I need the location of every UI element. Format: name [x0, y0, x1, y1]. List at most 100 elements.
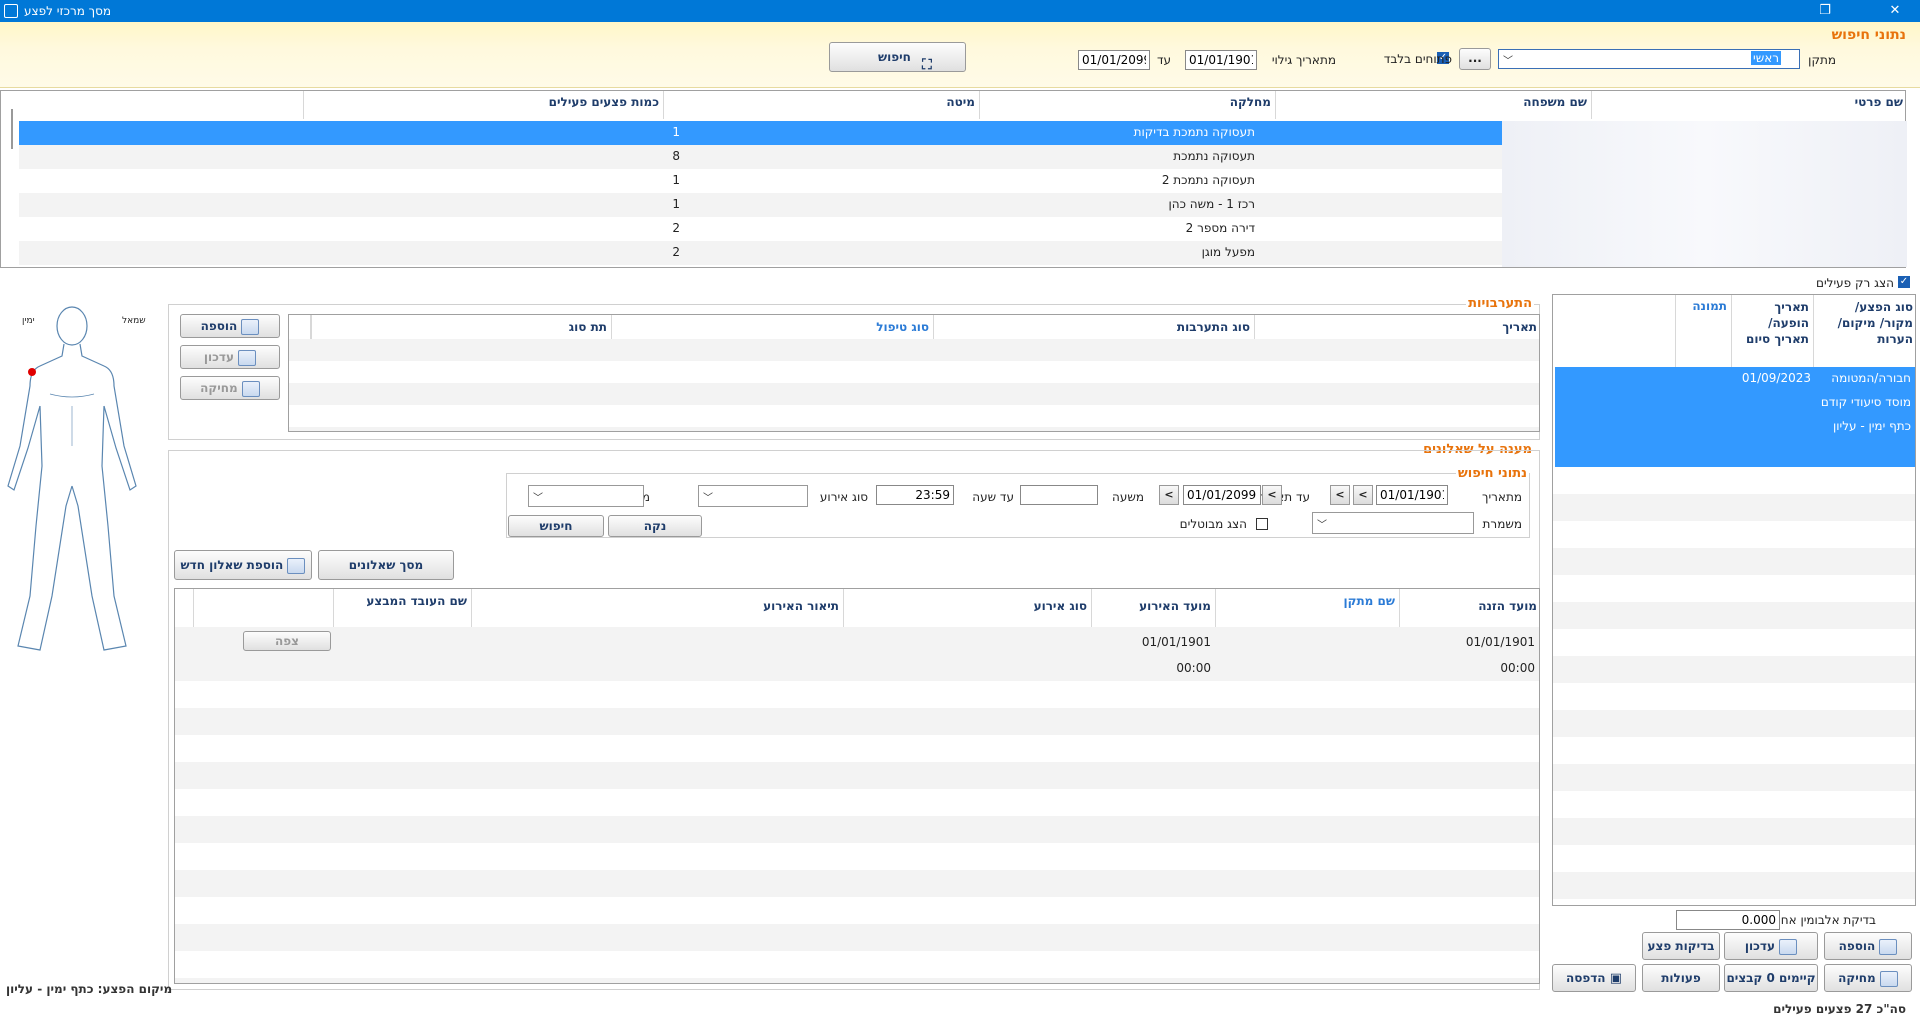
col-q-event-desc[interactable]: תיאור האירוע — [471, 589, 843, 627]
int-add-label: הוספה — [200, 319, 238, 333]
wound-files-button[interactable]: קיימים 0 קבצים — [1724, 964, 1818, 992]
col-bed[interactable]: מיטה — [663, 91, 979, 119]
table-row[interactable]: 01/01/1901 00:00 01/01/1901 00:00 צפה — [175, 627, 1539, 681]
facility-value: ראשי — [1751, 51, 1781, 65]
col-q-employee[interactable]: שם העובד המבצע — [333, 589, 471, 627]
int-delete-label: מחיקה — [200, 381, 238, 395]
q-to-date-arrow[interactable]: < — [1262, 485, 1282, 505]
edit-doc-icon — [1779, 938, 1798, 955]
col-int-type[interactable]: סוג התערבות — [933, 315, 1254, 339]
q-from-date-arrow[interactable]: < — [1353, 485, 1373, 505]
q-event-type-label: סוג אירוע — [819, 490, 868, 504]
q-new-button[interactable]: הוספת שאלון חדש — [174, 550, 312, 580]
row-dept: תעסוקה נתמכת — [1173, 149, 1255, 163]
q-from-date-label: מתאריך — [1482, 490, 1522, 504]
wound-add-button[interactable]: הוספה — [1824, 932, 1912, 960]
add-doc-icon — [287, 557, 306, 574]
int-add-button[interactable]: הוספה — [180, 314, 280, 338]
col-int-subtype[interactable]: תת סוג — [311, 315, 611, 339]
body-figure — [7, 306, 137, 651]
add-doc-icon — [241, 318, 260, 335]
body-right-label: ימין — [22, 316, 35, 326]
search-button-label: חיפוש — [878, 50, 911, 64]
col-int-treatment[interactable]: סוג טיפול — [611, 315, 933, 339]
show-active-label: הצג רק פעילים — [1816, 276, 1894, 290]
q-entry-date: 01/01/1901 — [1465, 635, 1535, 649]
interventions-grid: תאריך סוג התערבות סוג טיפול תת סוג — [288, 314, 1540, 432]
col-first-name[interactable]: שם פרטי — [1591, 91, 1907, 119]
wound-actions-button[interactable]: פעולות — [1642, 964, 1720, 992]
q-entry-time: 00:00 — [1500, 661, 1535, 675]
wound-delete-label: מחיקה — [1838, 971, 1876, 985]
close-button[interactable]: ✕ — [1880, 2, 1910, 20]
int-delete-button[interactable]: מחיקה — [180, 376, 280, 400]
wound-location: כתף ימין - עליון — [1832, 419, 1911, 433]
col-q-event-type[interactable]: סוג אירוע — [843, 589, 1091, 627]
col-q-entry-date[interactable]: מועד הזנה — [1399, 589, 1541, 627]
wounds-grid: סוג הפצע/ מקור/ מיקום/ הערות תאריך הופעה… — [1552, 294, 1916, 906]
q-view-button[interactable]: צפה — [243, 631, 331, 651]
search-button[interactable]: ⛶ חיפוש — [829, 42, 966, 73]
wound-update-button[interactable]: עדכון — [1724, 932, 1818, 960]
q-from-date-prev[interactable]: < — [1330, 485, 1350, 505]
wound-print-label: הדפסה — [1565, 971, 1606, 985]
q-search-button[interactable]: חיפוש — [508, 515, 604, 537]
interventions-title: התערבויות — [1466, 296, 1534, 311]
grid-scrollbar[interactable] — [11, 109, 13, 149]
title-bar: מסך מרכזי לפצע ❐ ✕ — [0, 0, 1920, 22]
q-clear-button[interactable]: נקה — [608, 515, 702, 537]
q-tests-select[interactable]: ﹀ — [528, 485, 644, 507]
wound-row[interactable]: חבורה/המטומה מוסד סיעודי קודם כתף ימין -… — [1555, 367, 1915, 467]
col-wound-image[interactable]: תמונה — [1675, 295, 1731, 367]
search-panel: נתוני חיפוש מתקן ﹀ ראשי ... ✓ פתוחים בלב… — [0, 22, 1920, 88]
edit-doc-icon — [238, 349, 257, 366]
q-shift-select[interactable]: ﹀ — [1312, 512, 1474, 534]
row-count: 8 — [672, 149, 680, 163]
wound-checks-button[interactable]: בדיקות פצע — [1642, 932, 1720, 960]
from-date-input[interactable] — [1185, 50, 1257, 70]
to-date-input[interactable] — [1078, 50, 1150, 70]
q-from-time-input[interactable] — [1020, 485, 1098, 505]
q-from-date-input[interactable] — [1376, 485, 1448, 505]
col-q-actions[interactable] — [193, 589, 333, 627]
q-to-date-prev[interactable]: < — [1159, 485, 1179, 505]
col-q-facility[interactable]: שם מתקן — [1215, 589, 1399, 627]
more-button[interactable]: ... — [1459, 48, 1491, 70]
to-date-label: עד — [1156, 53, 1171, 67]
from-discovery-label: מתאריך גילוי — [1271, 53, 1336, 67]
col-int-date[interactable]: תאריך — [1254, 315, 1541, 339]
col-wound-dates[interactable]: תאריך הופעה/ תאריך סיום — [1731, 295, 1813, 367]
q-to-time-input[interactable] — [876, 485, 954, 505]
col-last-name[interactable]: שם משפחה — [1275, 91, 1591, 119]
wound-marker[interactable] — [28, 368, 36, 376]
wound-location-text: מיקום הפצע: כתף ימין - עליון — [6, 982, 173, 996]
add-doc-icon — [1879, 938, 1898, 955]
show-active-checkbox[interactable]: ✓ — [1898, 276, 1910, 288]
q-event-type-select[interactable]: ﹀ — [698, 485, 808, 507]
q-show-cancelled-checkbox[interactable] — [1256, 518, 1268, 530]
row-dept: דירה מספר 2 — [1185, 221, 1255, 235]
col-department[interactable]: מחלקה — [979, 91, 1275, 119]
col-q-event-date[interactable]: מועד האירוע — [1091, 589, 1215, 627]
col-wound-type[interactable]: סוג הפצע/ מקור/ מיקום/ הערות — [1813, 295, 1917, 367]
facility-select[interactable]: ﹀ ראשי — [1498, 49, 1800, 69]
q-new-label: הוספת שאלון חדש — [180, 558, 284, 572]
body-map[interactable] — [0, 296, 150, 666]
row-dept: תעסוקה נתמכת 2 — [1161, 173, 1255, 187]
chevron-down-icon: ﹀ — [1503, 56, 1513, 67]
q-to-date-input[interactable] — [1183, 485, 1261, 505]
q-show-cancelled-label: הצג מבוטלים — [1179, 517, 1247, 531]
facility-label: מתקן — [1808, 53, 1836, 67]
wound-print-button[interactable]: הדפסה ▣ — [1552, 964, 1636, 992]
patients-rows: תעסוקה נתמכת בדיקות 1 תעסוקה נתמכת 8 תעס… — [19, 121, 1907, 267]
col-active-count[interactable]: כמות פצעים פעילים — [303, 91, 663, 119]
q-event-time: 00:00 — [1176, 661, 1211, 675]
q-shift-label: משמרת — [1482, 517, 1522, 531]
int-update-button[interactable]: עדכון — [180, 345, 280, 369]
q-screen-button[interactable]: מסך שאלונים — [318, 550, 454, 580]
wound-delete-button[interactable]: מחיקה — [1824, 964, 1912, 992]
row-dept: רכז 1 - משה כהן — [1168, 197, 1255, 211]
delete-doc-icon — [241, 380, 260, 397]
restore-button[interactable]: ❐ — [1810, 2, 1840, 20]
albumin-input[interactable] — [1676, 910, 1780, 930]
